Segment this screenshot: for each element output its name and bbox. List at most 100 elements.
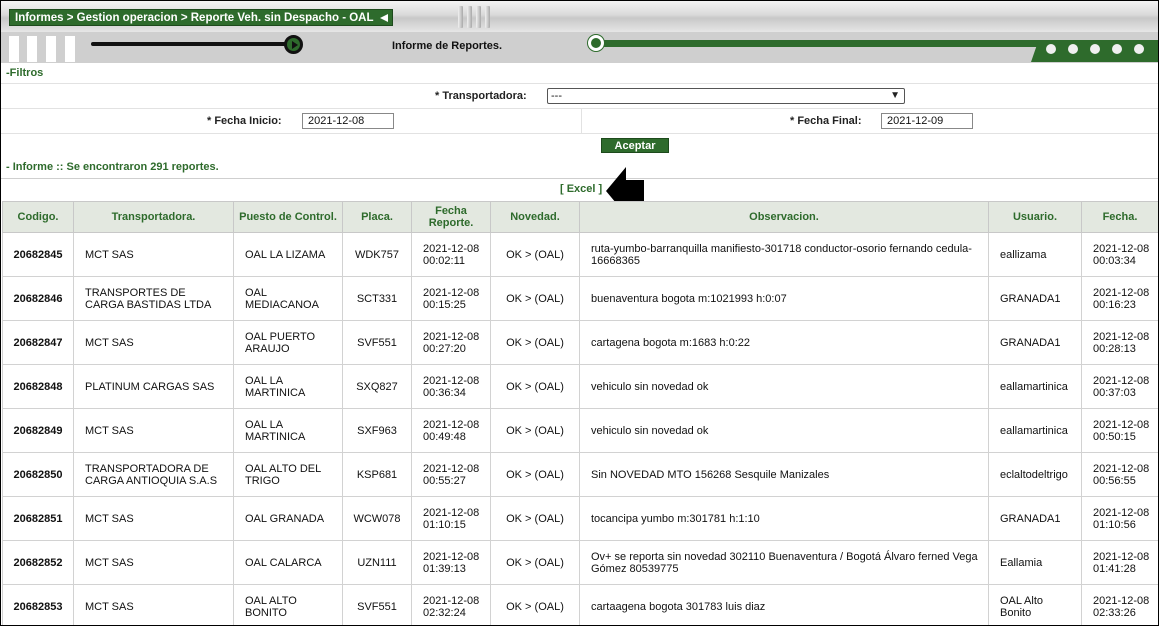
column-header[interactable]: Observacion. xyxy=(579,201,989,233)
cell-transportadora: TRANSPORTADORA DE CARGA ANTIOQUIA S.A.S xyxy=(73,452,234,497)
cell-codigo: 20682849 xyxy=(2,408,74,453)
cell-placa: SVF551 xyxy=(342,320,412,365)
filter-row-dates: * Fecha Inicio: * Fecha Final: xyxy=(1,108,1158,134)
cell-observacion: tocancipa yumbo m:301781 h:1:10 xyxy=(579,496,989,541)
table-row: 20682850 TRANSPORTADORA DE CARGA ANTIOQUI… xyxy=(2,452,1158,497)
cell-fecha: 2021-12-08 00:37:03 xyxy=(1081,364,1158,409)
table-row: 20682846 TRANSPORTES DE CARGA BASTIDAS LT… xyxy=(2,276,1158,321)
cell-fecha-reporte: 2021-12-08 00:55:27 xyxy=(411,452,491,497)
page-subtitle: Informe de Reportes. xyxy=(392,40,503,52)
breadcrumb-text: Informes > Gestion operacion > Reporte V… xyxy=(15,12,374,24)
filter-separator xyxy=(1,133,1158,134)
breadcrumb[interactable]: Informes > Gestion operacion > Reporte V… xyxy=(9,9,393,26)
fecha-final-input[interactable] xyxy=(881,113,973,129)
cell-fecha: 2021-12-08 00:16:23 xyxy=(1081,276,1158,321)
cell-placa: SXQ827 xyxy=(342,364,412,409)
decor-square xyxy=(27,36,37,62)
filter-row-transportadora: * Transportadora: --- ▼ xyxy=(1,83,1158,108)
cell-observacion: Sin NOVEDAD MTO 156268 Sesquile Manizale… xyxy=(579,452,989,497)
cell-usuario: GRANADA1 xyxy=(988,320,1082,365)
cell-transportadora: MCT SAS xyxy=(73,540,234,585)
cell-novedad: OK > (OAL) xyxy=(490,276,580,321)
collapse-arrow-icon[interactable] xyxy=(379,14,388,22)
report-summary: - Informe :: Se encontraron 291 reportes… xyxy=(6,161,219,173)
cell-fecha: 2021-12-08 00:50:15 xyxy=(1081,408,1158,453)
export-row: [ Excel ] xyxy=(1,178,1158,200)
cell-codigo: 20682848 xyxy=(2,364,74,409)
cell-fecha: 2021-12-08 00:28:13 xyxy=(1081,320,1158,365)
cell-fecha-reporte: 2021-12-08 02:32:24 xyxy=(411,584,491,625)
column-header[interactable]: Codigo. xyxy=(2,201,74,233)
column-header[interactable]: Fecha. xyxy=(1081,201,1158,233)
grip-bar-icon xyxy=(476,6,481,28)
cell-observacion: ruta-yumbo-barranquilla manifiesto-30171… xyxy=(579,232,989,277)
cell-puesto: OAL GRANADA xyxy=(233,496,343,541)
dot-icon xyxy=(1134,44,1144,54)
cell-usuario: eallamartinica xyxy=(988,408,1082,453)
excel-export-link[interactable]: [ Excel ] xyxy=(560,183,602,195)
cell-transportadora: MCT SAS xyxy=(73,496,234,541)
table-row: 20682853 MCT SAS OAL ALTO BONITO SVF551 2021… xyxy=(2,584,1158,625)
cell-observacion: cartaagena bogota 301783 luis diaz xyxy=(579,584,989,625)
cell-placa: SCT331 xyxy=(342,276,412,321)
decorative-band: Informe de Reportes. xyxy=(1,32,1158,63)
cell-transportadora: PLATINUM CARGAS SAS xyxy=(73,364,234,409)
accept-button[interactable]: Aceptar xyxy=(601,138,669,153)
cell-placa: WCW078 xyxy=(342,496,412,541)
circle-icon xyxy=(588,35,604,51)
cell-placa: WDK757 xyxy=(342,232,412,277)
cell-fecha-reporte: 2021-12-08 00:15:25 xyxy=(411,276,491,321)
column-header[interactable]: Puesto de Control. xyxy=(233,201,343,233)
cell-codigo: 20682845 xyxy=(2,232,74,277)
grip-bar-icon xyxy=(458,6,463,28)
cell-codigo: 20682851 xyxy=(2,496,74,541)
play-icon xyxy=(284,35,303,54)
cell-fecha: 2021-12-08 01:10:56 xyxy=(1081,496,1158,541)
reports-table: Codigo. Transportadora. Puesto de Contro… xyxy=(2,201,1158,625)
cell-observacion: buenaventura bogota m:1021993 h:0:07 xyxy=(579,276,989,321)
grip-bar-icon xyxy=(485,6,490,28)
cell-novedad: OK > (OAL) xyxy=(490,584,580,625)
cell-codigo: 20682852 xyxy=(2,540,74,585)
cell-fecha-reporte: 2021-12-08 00:27:20 xyxy=(411,320,491,365)
cell-fecha: 2021-12-08 00:56:55 xyxy=(1081,452,1158,497)
decor-square xyxy=(46,36,56,62)
column-header[interactable]: Usuario. xyxy=(988,201,1082,233)
table-row: 20682847 MCT SAS OAL PUERTO ARAUJO SVF551 20… xyxy=(2,320,1158,365)
decor-square xyxy=(9,36,19,62)
transportadora-select[interactable]: --- ▼ xyxy=(547,88,905,104)
cell-puesto: OAL LA MARTINICA xyxy=(233,408,343,453)
fecha-inicio-input[interactable] xyxy=(302,113,394,129)
cell-novedad: OK > (OAL) xyxy=(490,408,580,453)
cell-usuario: Eallamia xyxy=(988,540,1082,585)
cell-fecha: 2021-12-08 01:41:28 xyxy=(1081,540,1158,585)
fecha-final-label: * Fecha Final: xyxy=(790,115,862,127)
cell-transportadora: MCT SAS xyxy=(73,408,234,453)
transportadora-select-value: --- xyxy=(551,90,562,102)
cell-puesto: OAL ALTO DEL TRIGO xyxy=(233,452,343,497)
cell-placa: SXF963 xyxy=(342,408,412,453)
report-window: Informes > Gestion operacion > Reporte V… xyxy=(0,0,1159,626)
cell-usuario: GRANADA1 xyxy=(988,496,1082,541)
cell-observacion: vehiculo sin novedad ok xyxy=(579,408,989,453)
cell-transportadora: TRANSPORTES DE CARGA BASTIDAS LTDA xyxy=(73,276,234,321)
column-header[interactable]: Novedad. xyxy=(490,201,580,233)
cell-novedad: OK > (OAL) xyxy=(490,364,580,409)
cell-observacion: Ov+ se reporta sin novedad 302110 Buenav… xyxy=(579,540,989,585)
cell-puesto: OAL CALARCA xyxy=(233,540,343,585)
cell-fecha-reporte: 2021-12-08 01:10:15 xyxy=(411,496,491,541)
decor-square xyxy=(65,36,75,62)
decor-track xyxy=(91,42,291,46)
transportadora-label: * Transportadora: xyxy=(435,90,527,102)
top-header: Informes > Gestion operacion > Reporte V… xyxy=(1,1,1158,32)
dot-icon xyxy=(1112,44,1122,54)
cell-puesto: OAL PUERTO ARAUJO xyxy=(233,320,343,365)
cell-fecha-reporte: 2021-12-08 00:49:48 xyxy=(411,408,491,453)
cell-fecha-reporte: 2021-12-08 00:36:34 xyxy=(411,364,491,409)
column-header[interactable]: Placa. xyxy=(342,201,412,233)
cell-transportadora: MCT SAS xyxy=(73,584,234,625)
column-header[interactable]: Fecha Reporte. xyxy=(411,201,491,233)
cell-fecha: 2021-12-08 00:03:34 xyxy=(1081,232,1158,277)
column-header[interactable]: Transportadora. xyxy=(73,201,234,233)
filters-toggle[interactable]: -Filtros xyxy=(6,67,43,79)
